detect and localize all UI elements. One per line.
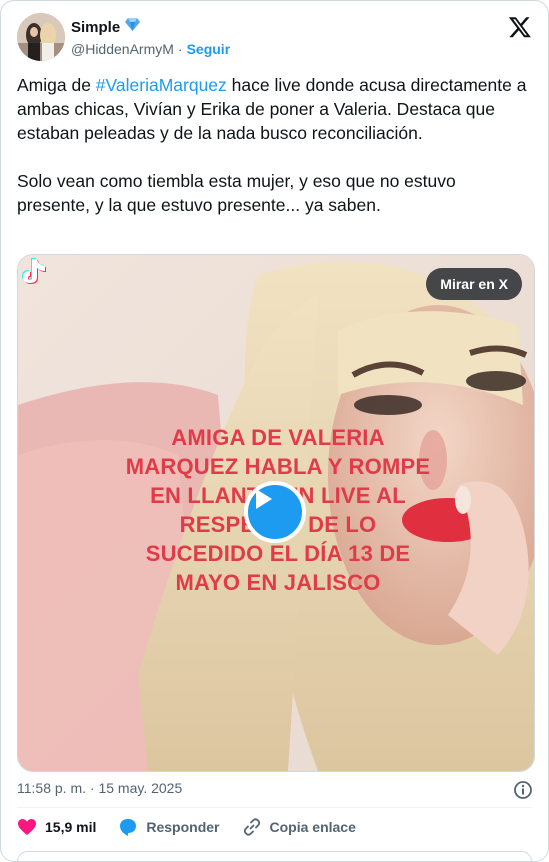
tweet-text: Amiga de #ValeriaMarquez hace live donde…	[17, 73, 527, 217]
follow-button[interactable]: Seguir	[187, 41, 231, 57]
watch-on-x-button[interactable]: Mirar en X	[426, 268, 522, 300]
reply-button[interactable]: Responder	[118, 817, 220, 837]
info-icon[interactable]	[513, 780, 533, 800]
handle[interactable]: @HiddenArmyM	[71, 41, 174, 57]
hashtag-link[interactable]: #ValeriaMarquez	[96, 75, 227, 95]
heart-icon	[18, 819, 36, 835]
copy-link-label: Copia enlace	[269, 819, 356, 835]
video-player[interactable]: Mirar en X AMIGA DE VALERIA MARQUEZ HABL…	[17, 254, 535, 772]
like-button[interactable]: 15,9 mil	[17, 818, 96, 836]
timestamp[interactable]: 11:58 p. m. · 15 may. 2025	[17, 780, 182, 796]
avatar-image	[17, 13, 65, 61]
handle-row: @HiddenArmyM · Seguir	[71, 41, 230, 57]
like-count: 15,9 mil	[45, 819, 97, 835]
name-row: Simple	[71, 17, 141, 37]
dot-separator: ·	[177, 41, 183, 57]
x-logo-icon[interactable]	[508, 15, 532, 39]
display-name[interactable]: Simple	[71, 19, 120, 36]
tiktok-icon	[22, 258, 46, 284]
tweet-text-body: hace live donde acusa directamente a amb…	[17, 75, 527, 215]
reply-bubble-icon	[120, 819, 137, 836]
read-replies-bar[interactable]	[17, 851, 532, 861]
blue-diamond-icon	[124, 17, 141, 37]
tweet-card: Simple @HiddenArmyM · Seguir Amiga de #V…	[0, 0, 549, 862]
timestamp-row: 11:58 p. m. · 15 may. 2025	[17, 780, 533, 800]
avatar[interactable]	[17, 13, 65, 61]
play-button[interactable]	[244, 481, 306, 543]
link-icon	[243, 818, 260, 836]
tweet-text-intro: Amiga de	[17, 75, 96, 95]
tweet-header: Simple @HiddenArmyM · Seguir	[17, 13, 532, 63]
action-bar: 15,9 mil Responder Copia enlace	[17, 817, 378, 837]
reply-label: Responder	[146, 819, 220, 835]
divider	[17, 807, 532, 808]
copy-link-button[interactable]: Copia enlace	[242, 817, 356, 837]
play-icon	[256, 489, 272, 509]
